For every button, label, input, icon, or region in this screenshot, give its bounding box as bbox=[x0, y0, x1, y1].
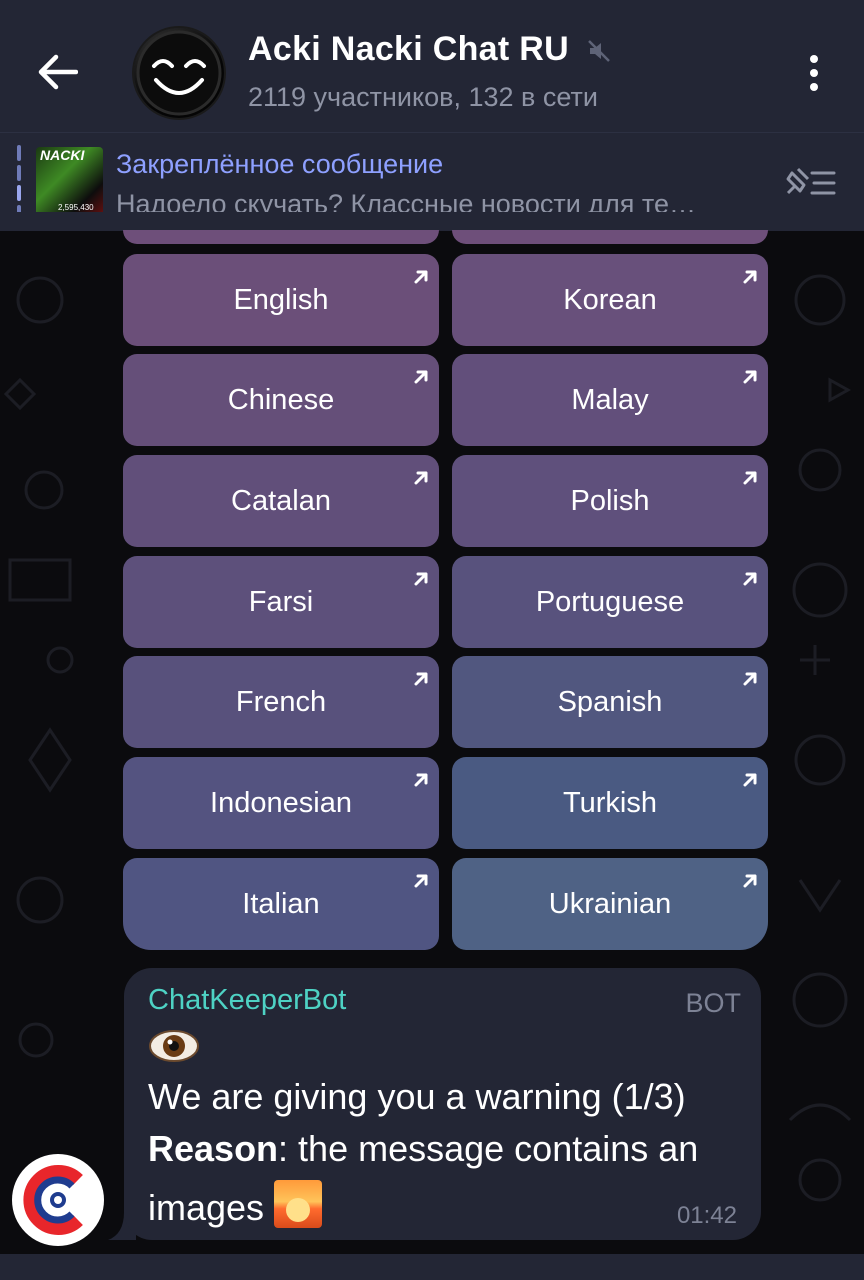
pinned-label: Закреплённое сообщение bbox=[116, 149, 444, 179]
keyboard-button-label: Spanish bbox=[557, 685, 663, 718]
open-link-arrow-icon bbox=[741, 865, 759, 888]
pinned-bar-edge bbox=[0, 212, 864, 230]
open-link-arrow-icon bbox=[412, 462, 430, 485]
chat-title[interactable]: Acki Nacki Chat RU bbox=[248, 30, 569, 69]
pin-list-icon bbox=[786, 167, 836, 195]
message-line-2: Reason: the message contains an bbox=[148, 1128, 698, 1170]
keyboard-button-label: Farsi bbox=[248, 585, 314, 618]
keyboard-button-spanish[interactable]: Spanish bbox=[452, 656, 768, 748]
message-sender[interactable]: ChatKeeperBot bbox=[148, 984, 346, 1017]
smiley-avatar-icon bbox=[136, 30, 222, 116]
bot-avatar[interactable] bbox=[12, 1154, 104, 1246]
keyboard-button-label: Ukrainian bbox=[548, 887, 672, 920]
pinned-indicator bbox=[17, 145, 21, 221]
back-button[interactable] bbox=[30, 44, 86, 100]
eye-icon bbox=[149, 1030, 199, 1062]
keyboard-button-label: French bbox=[235, 685, 327, 718]
message-line-1: We are giving you a warning (1/3) bbox=[148, 1076, 686, 1117]
mute-icon bbox=[588, 40, 610, 62]
keyboard-button-label: Turkish bbox=[563, 786, 657, 819]
pinned-list-button[interactable] bbox=[782, 163, 838, 203]
keyboard-button-label: English bbox=[233, 283, 329, 316]
keyboard-button-ukrainian[interactable]: Ukrainian bbox=[452, 858, 768, 950]
keyboard-button-label: Chinese bbox=[227, 383, 335, 416]
more-vertical-icon bbox=[810, 55, 818, 63]
open-link-arrow-icon bbox=[741, 764, 759, 787]
keyboard-button-malay[interactable]: Malay bbox=[452, 354, 768, 446]
keyboard-button-label: Korean bbox=[563, 283, 657, 316]
open-link-arrow-icon bbox=[741, 663, 759, 686]
more-options-button[interactable] bbox=[790, 46, 838, 100]
open-link-arrow-icon bbox=[412, 261, 430, 284]
keyboard-button-farsi[interactable]: Farsi bbox=[123, 556, 439, 648]
chat-subtitle: 2119 участников, 132 в сети bbox=[248, 82, 598, 112]
keyboard-button-label: Catalan bbox=[231, 484, 331, 517]
keyboard-button-indonesian[interactable]: Indonesian bbox=[123, 757, 439, 849]
keyboard-button-label: Indonesian bbox=[210, 786, 352, 819]
chat-header: Acki Nacki Chat RU 2119 участников, 132 … bbox=[0, 0, 864, 132]
keyboard-button-chinese[interactable]: Chinese bbox=[123, 354, 439, 446]
reason-label: Reason bbox=[148, 1128, 279, 1169]
bottom-input-strip bbox=[0, 1254, 864, 1280]
group-avatar[interactable] bbox=[134, 28, 224, 118]
message-time: 01:42 bbox=[676, 1202, 737, 1229]
open-link-arrow-icon bbox=[741, 563, 759, 586]
keyboard-button-portuguese[interactable]: Portuguese bbox=[452, 556, 768, 648]
chatkeeper-logo-icon bbox=[14, 1156, 102, 1244]
keyboard-button-turkish[interactable]: Turkish bbox=[452, 757, 768, 849]
keyboard-button-label: Italian bbox=[242, 887, 320, 920]
open-link-arrow-icon bbox=[412, 361, 430, 384]
keyboard-button-french[interactable]: French bbox=[123, 656, 439, 748]
keyboard-button-polish[interactable]: Polish bbox=[452, 455, 768, 547]
sunrise-icon bbox=[274, 1180, 323, 1228]
pinned-thumbnail: NACKI 2,595,430 bbox=[36, 147, 103, 217]
open-link-arrow-icon bbox=[412, 764, 430, 787]
bot-message-bubble[interactable]: ChatKeeperBot BOT We are giving you a wa… bbox=[124, 968, 761, 1240]
keyboard-button-korean[interactable]: Korean bbox=[452, 254, 768, 346]
keyboard-button-label: Polish bbox=[570, 484, 650, 517]
open-link-arrow-icon bbox=[412, 865, 430, 888]
keyboard-button-label: Malay bbox=[571, 383, 649, 416]
open-link-arrow-icon bbox=[412, 563, 430, 586]
keyboard-button-italian[interactable]: Italian bbox=[123, 858, 439, 950]
open-link-arrow-icon bbox=[741, 361, 759, 384]
keyboard-button-label: Portuguese bbox=[535, 585, 685, 618]
keyboard-button-catalan[interactable]: Catalan bbox=[123, 455, 439, 547]
message-line-3: images bbox=[148, 1180, 323, 1229]
back-arrow-icon bbox=[38, 54, 78, 90]
bot-badge: BOT bbox=[685, 988, 741, 1018]
open-link-arrow-icon bbox=[741, 462, 759, 485]
keyboard-button-english[interactable]: English bbox=[123, 254, 439, 346]
open-link-arrow-icon bbox=[412, 663, 430, 686]
reason-text: : the message contains an bbox=[278, 1128, 699, 1169]
open-link-arrow-icon bbox=[741, 261, 759, 284]
